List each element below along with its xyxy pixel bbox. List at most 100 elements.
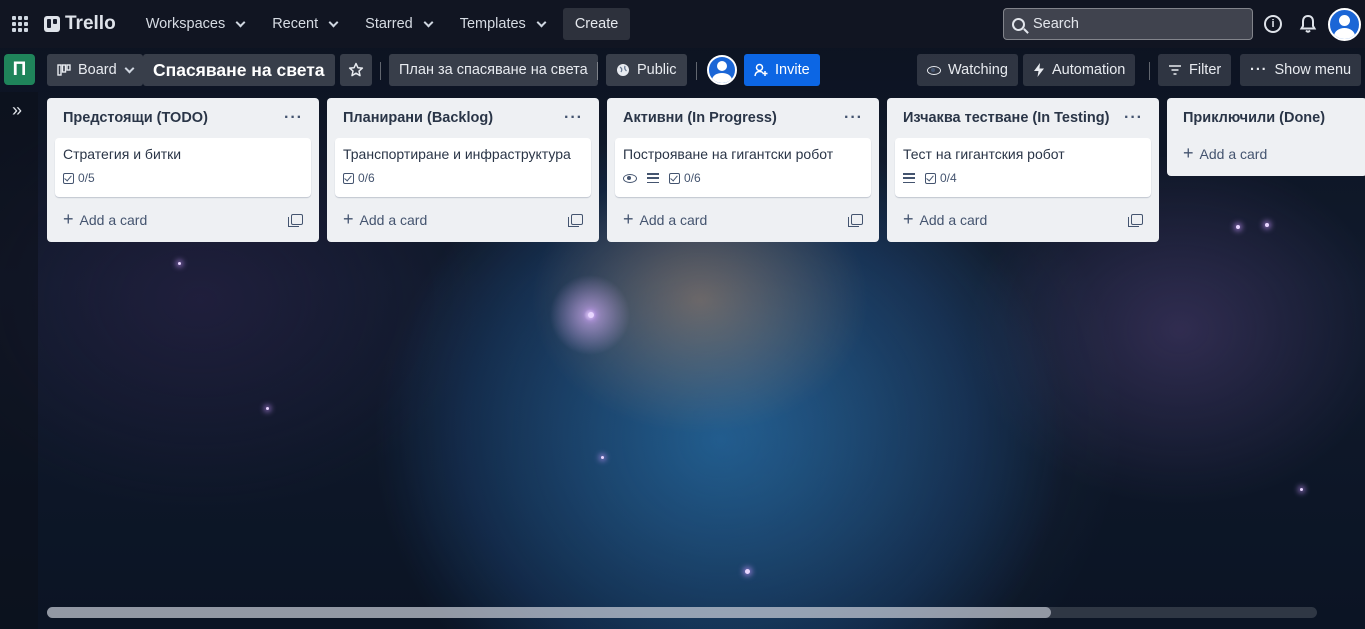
card-badges: 0/5	[63, 171, 303, 185]
add-card-button[interactable]: + Add a card	[343, 210, 428, 228]
plus-icon: +	[1183, 143, 1194, 163]
list-title: Планирани (Backlog)	[343, 110, 494, 126]
expand-sidebar-icon[interactable]: »	[12, 100, 22, 121]
checklist-icon	[925, 172, 936, 184]
checklist-icon	[669, 172, 680, 184]
card-template-icon[interactable]	[568, 214, 583, 227]
info-icon[interactable]: i	[1264, 15, 1282, 33]
list-title: Активни (In Progress)	[623, 110, 777, 126]
card-title: Транспортиране и инфраструктура	[343, 146, 571, 162]
plus-icon: +	[63, 208, 74, 229]
add-card-button[interactable]: + Add a card	[63, 208, 148, 229]
card[interactable]: Построяване на гигантски робот 0/6	[615, 138, 871, 197]
top-header: Trello Workspaces Recent Starred Templat…	[0, 0, 1365, 48]
checklist-count: 0/6	[684, 171, 701, 185]
automation-label: Automation	[1052, 62, 1126, 78]
star-icon	[348, 62, 364, 77]
checklist-icon	[63, 172, 74, 184]
invite-label: Invite	[775, 62, 810, 78]
add-card-button[interactable]: + Add a card	[623, 208, 707, 229]
app-switcher-icon[interactable]	[10, 14, 30, 34]
list-title: Изчаква тестване (In Testing)	[903, 110, 1110, 126]
workspace-badge[interactable]: П	[4, 54, 35, 85]
star-board-button[interactable]	[340, 54, 372, 86]
list-header[interactable]: Приключили (Done)	[1175, 98, 1359, 138]
more-icon: ···	[1250, 62, 1268, 78]
add-user-icon	[754, 63, 768, 77]
nav-starred[interactable]: Starred	[355, 8, 442, 40]
list-menu-icon[interactable]: ···	[284, 109, 303, 127]
show-menu-button[interactable]: ··· Show menu	[1240, 54, 1362, 86]
background-star	[1265, 223, 1269, 227]
list: Изчаква тестване (In Testing) ··· Тест н…	[887, 98, 1159, 242]
bell-icon[interactable]	[1299, 14, 1317, 34]
list: Предстоящи (TODO) ··· Стратегия и битки …	[47, 98, 319, 242]
list-footer: + Add a card	[895, 197, 1151, 242]
workspace-name-button[interactable]: План за спасяване на света	[389, 54, 598, 86]
background-star	[266, 407, 269, 410]
nav-templates[interactable]: Templates	[450, 8, 555, 40]
add-card-label: Add a card	[359, 211, 428, 228]
list-header[interactable]: Планирани (Backlog) ···	[335, 98, 591, 138]
logo-text: Trello	[65, 13, 116, 34]
list-menu-icon[interactable]: ···	[564, 109, 583, 127]
background-star	[745, 569, 750, 574]
horizontal-scrollbar[interactable]	[47, 607, 1317, 618]
checklist-count: 0/5	[78, 171, 95, 185]
card-template-icon[interactable]	[848, 214, 863, 227]
add-card-label: Add a card	[919, 211, 988, 228]
card-template-icon[interactable]	[288, 214, 303, 227]
search-input[interactable]: Search	[1003, 8, 1253, 40]
board-view-switcher[interactable]: Board	[47, 54, 143, 86]
automation-button[interactable]: Automation	[1023, 54, 1136, 86]
checklist-badge: 0/6	[669, 171, 701, 185]
scrollbar-thumb[interactable]	[47, 607, 1051, 618]
card[interactable]: Транспортиране и инфраструктура 0/6	[335, 138, 591, 197]
filter-button[interactable]: Filter	[1158, 54, 1232, 86]
sidebar-strip	[0, 92, 38, 629]
add-card-label: Add a card	[79, 211, 148, 228]
nav-workspaces[interactable]: Workspaces	[136, 8, 255, 40]
list-menu-icon[interactable]: ···	[844, 109, 863, 127]
watching-icon	[623, 173, 637, 183]
eye-icon	[927, 65, 941, 75]
plus-icon: +	[623, 208, 634, 229]
workspace-name-label: План за спасяване на света	[399, 62, 588, 78]
list-header[interactable]: Предстоящи (TODO) ···	[55, 98, 311, 138]
board-icon	[57, 64, 71, 76]
card-badges: 0/6	[623, 171, 863, 185]
add-card-button[interactable]: + Add a card	[1175, 138, 1359, 170]
user-avatar[interactable]	[1328, 8, 1361, 41]
watching-button[interactable]: Watching	[917, 54, 1018, 86]
visibility-button[interactable]: Public	[606, 54, 687, 86]
list: Приключили (Done) + Add a card	[1167, 98, 1365, 176]
list-header[interactable]: Активни (In Progress) ···	[615, 98, 871, 138]
card[interactable]: Стратегия и битки 0/5	[55, 138, 311, 197]
list-header[interactable]: Изчаква тестване (In Testing) ···	[895, 98, 1151, 138]
create-button[interactable]: Create	[562, 8, 631, 40]
board-header: П Board Спасяване на света План за спася…	[0, 48, 1365, 92]
add-card-button[interactable]: + Add a card	[903, 210, 988, 228]
board-title: Спасяване на света	[153, 59, 325, 80]
card-title: Построяване на гигантски робот	[623, 146, 834, 162]
trello-logo[interactable]: Trello	[44, 13, 116, 35]
description-icon	[647, 173, 659, 183]
chevron-down-icon	[124, 63, 135, 73]
checklist-badge: 0/5	[63, 171, 95, 185]
nav-recent[interactable]: Recent	[262, 8, 347, 40]
card-badges: 0/4	[903, 171, 1143, 185]
invite-button[interactable]: Invite	[744, 54, 820, 86]
list-footer: + Add a card	[335, 197, 591, 242]
list: Планирани (Backlog) ··· Транспортиране и…	[327, 98, 599, 242]
card-title: Тест на гигантския робот	[903, 146, 1065, 162]
list-footer: + Add a card	[55, 197, 311, 242]
card[interactable]: Тест на гигантския робот 0/4	[895, 138, 1151, 197]
board-title-button[interactable]: Спасяване на света	[143, 54, 335, 86]
list-menu-icon[interactable]: ···	[1124, 109, 1143, 127]
checklist-badge: 0/6	[343, 171, 375, 185]
member-avatar[interactable]	[707, 55, 737, 85]
card-template-icon[interactable]	[1128, 214, 1143, 227]
card-badges: 0/6	[343, 171, 583, 185]
list: Активни (In Progress) ··· Построяване на…	[607, 98, 879, 242]
globe-icon	[617, 64, 629, 76]
